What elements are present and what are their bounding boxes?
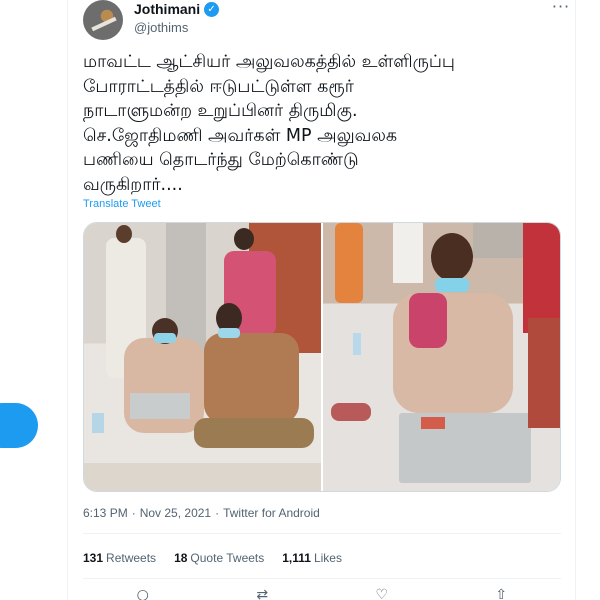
tweet-photo-1[interactable] xyxy=(84,223,321,491)
translate-tweet-link[interactable]: Translate Tweet xyxy=(83,198,161,210)
heart-icon[interactable]: ♡ xyxy=(374,588,390,600)
tweet-header: Jothimani ✓ @jothims ··· xyxy=(83,0,569,44)
tweet-date[interactable]: Nov 25, 2021 xyxy=(140,506,211,520)
tweet-text-line: வருகிறார்.... xyxy=(83,174,183,195)
tweet-text-line: மாவட்ட ஆட்சியர் அலுவலகத்தில் உள்ளிருப்பு xyxy=(83,52,455,72)
author-name[interactable]: Jothimani xyxy=(134,1,200,17)
retweets-count: 131 xyxy=(83,551,104,565)
share-icon[interactable]: ⇧ xyxy=(493,588,509,600)
likes-count: 1,111 xyxy=(282,551,311,565)
retweets-label: Retweets xyxy=(106,551,157,565)
likes-stat[interactable]: 1,111 Likes xyxy=(282,551,342,565)
tweet-text-line: பணியை தொடர்ந்து மேற்கொண்டு xyxy=(83,150,359,170)
tweet-text: மாவட்ட ஆட்சியர் அலுவலகத்தில் உள்ளிருப்பு… xyxy=(83,50,563,197)
retweets-stat[interactable]: 131 Retweets xyxy=(83,551,156,565)
column-divider-right xyxy=(575,0,576,600)
tweet-media xyxy=(83,222,561,492)
divider xyxy=(83,533,561,534)
quote-tweets-stat[interactable]: 18 Quote Tweets xyxy=(174,551,264,565)
left-nav-rail xyxy=(0,0,67,600)
quote-tweets-count: 18 xyxy=(174,551,188,565)
meta-separator: · xyxy=(131,506,136,520)
more-icon[interactable]: ··· xyxy=(547,0,575,20)
verified-badge-icon: ✓ xyxy=(204,1,220,17)
tweet-client[interactable]: Twitter for Android xyxy=(223,506,320,520)
avatar[interactable] xyxy=(83,0,123,40)
tweet-photo-2[interactable] xyxy=(323,223,560,491)
likes-label: Likes xyxy=(313,551,342,565)
reply-icon[interactable]: ○ xyxy=(135,588,151,600)
tweet-meta: 6:13 PM · Nov 25, 2021 · Twitter for And… xyxy=(83,506,320,520)
tweet-text-line: செ.ஜோதிமணி அவர்கள் MP அலுவலக xyxy=(83,125,398,146)
tweet-text-line: நாடாளுமன்ற உறுப்பினர் திருமிகு. xyxy=(83,101,358,121)
tweet-text-line: போராட்டத்தில் ஈடுபட்டுள்ள கரூர் xyxy=(83,76,354,97)
author-handle[interactable]: @jothims xyxy=(134,20,188,35)
divider xyxy=(83,578,561,579)
compose-tweet-button[interactable] xyxy=(0,403,38,448)
retweet-icon[interactable]: ⇄ xyxy=(254,588,270,600)
tweet-detail: Jothimani ✓ @jothims ··· மாவட்ட ஆட்சியர்… xyxy=(68,0,575,600)
quote-tweets-label: Quote Tweets xyxy=(190,551,265,565)
tweet-time[interactable]: 6:13 PM xyxy=(83,506,128,520)
meta-separator: · xyxy=(215,506,220,520)
tweet-actions: ○ ⇄ ♡ ⇧ xyxy=(83,588,561,600)
tweet-stats: 131 Retweets 18 Quote Tweets 1,111 Likes xyxy=(83,551,342,565)
author-name-row[interactable]: Jothimani ✓ xyxy=(134,1,220,17)
